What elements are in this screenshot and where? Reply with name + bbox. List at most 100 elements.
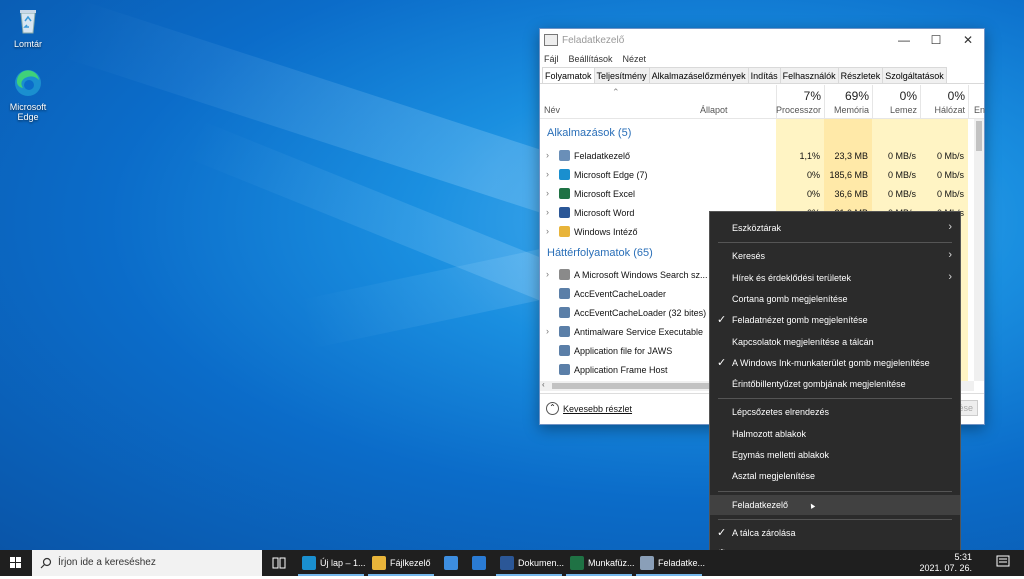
taskbar-app-button[interactable] — [466, 550, 494, 576]
context-menu-item[interactable]: Érintőbillentyűzet gombjának megjeleníté… — [710, 374, 960, 394]
menu-settings[interactable]: Beállítások — [569, 54, 613, 64]
taskbar-app-button[interactable]: Munkafüz... — [564, 550, 635, 576]
expand-chevron-icon[interactable]: › — [546, 150, 549, 160]
context-menu-item[interactable]: ✓ A tálca zárolása — [710, 523, 960, 543]
process-name: AccEventCacheLoader (32 bites) — [574, 308, 707, 318]
process-icon — [559, 188, 570, 199]
tab-startup[interactable]: Indítás — [747, 67, 781, 83]
menu-view[interactable]: Nézet — [623, 54, 647, 64]
col-status[interactable]: Állapot — [700, 85, 776, 118]
context-menu-label: Cortana gomb megjelenítése — [732, 293, 848, 304]
edge-desktop-label: Microsoft Edge — [9, 102, 47, 122]
taskbar-search-box[interactable]: Írjon ide a kereséshez — [32, 550, 262, 576]
process-row[interactable]: › Feladatkezelő 1,1% 23,3 MB 0 MB/s 0 Mb/s — [540, 147, 974, 165]
taskbar-app-label: Új lap – 1... — [320, 558, 366, 568]
expand-chevron-icon[interactable]: › — [546, 207, 549, 217]
process-icon — [559, 345, 570, 356]
taskbar-app-button[interactable]: Fájlkezelő — [366, 550, 436, 576]
system-clock[interactable]: 5:31 2021. 07. 26. — [919, 552, 972, 574]
col-memory[interactable]: 69% Memória — [824, 85, 873, 118]
col-network[interactable]: 0% Hálózat — [920, 85, 969, 118]
expand-chevron-icon[interactable]: › — [546, 226, 549, 236]
col-disk[interactable]: 0% Lemez — [872, 85, 921, 118]
tab-processes[interactable]: Folyamatok — [542, 67, 595, 83]
tab-app-history[interactable]: Alkalmazáselőzmények — [648, 67, 749, 83]
process-icon — [559, 364, 570, 375]
process-net-value: 0 Mb/s — [936, 189, 964, 199]
expand-chevron-icon[interactable]: › — [546, 188, 549, 198]
menu-separator — [718, 490, 952, 492]
taskbar: Írjon ide a kereséshez Új lap – 1... Fájl… — [0, 550, 1024, 576]
tab-details[interactable]: Részletek — [837, 67, 884, 83]
recycle-bin-icon[interactable]: Lomtár — [0, 5, 56, 49]
sort-arrow-icon: ⌃ — [612, 87, 620, 97]
desktop: Lomtár Microsoft Edge Feladatkezelő — ☐ … — [0, 0, 1024, 550]
process-icon — [559, 169, 570, 180]
vertical-scrollbar[interactable] — [974, 119, 984, 381]
scroll-left-icon[interactable]: ‹ — [542, 380, 545, 389]
col-extra[interactable]: En — [968, 85, 985, 118]
process-name: Application file for JAWS — [574, 346, 673, 356]
expand-chevron-icon[interactable]: › — [546, 269, 549, 279]
taskbar-app-button[interactable]: Új lap – 1... — [296, 550, 366, 576]
taskbar-app-button[interactable]: Feladatke... — [634, 550, 705, 576]
context-menu-item[interactable]: Keresés › — [710, 246, 960, 266]
menu-separator — [718, 518, 952, 520]
taskbar-app-button[interactable] — [438, 550, 466, 576]
tab-services[interactable]: Szolgáltatások — [882, 67, 947, 83]
task-manager-titlebar[interactable]: Feladatkezelő — ☐ ✕ — [540, 29, 984, 51]
context-menu-item[interactable]: Kapcsolatok megjelenítése a tálcán — [710, 332, 960, 352]
context-menu-label: Feladatnézet gomb megjelenítése — [732, 315, 868, 326]
expand-chevron-icon[interactable]: › — [546, 326, 549, 336]
taskbar-app-label: Fájlkezelő — [390, 558, 431, 568]
clock-date: 2021. 07. 26. — [919, 563, 972, 573]
fewer-details-button[interactable]: ⌃ Kevesebb részlet — [546, 402, 632, 415]
context-menu-label: Keresés — [732, 251, 766, 262]
start-button[interactable] — [0, 550, 32, 576]
expand-chevron-icon[interactable]: › — [546, 169, 549, 179]
process-icon — [559, 288, 570, 299]
taskbar-app-icon — [444, 556, 458, 570]
col-cpu[interactable]: 7% Processzor — [776, 85, 825, 118]
context-menu-item[interactable]: ✓ Feladatnézet gomb megjelenítése — [710, 310, 960, 330]
task-view-button[interactable] — [266, 550, 292, 576]
process-icon — [559, 269, 570, 280]
chevron-up-icon: ⌃ — [546, 402, 559, 415]
edge-icon — [15, 70, 41, 96]
taskbar-context-menu: Eszköztárak › Keresés › Hírek és érdeklődési… — [709, 211, 961, 550]
minimize-button[interactable]: — — [888, 33, 920, 47]
context-menu-item[interactable]: Hírek és érdeklődési területek › — [710, 268, 960, 288]
maximize-button[interactable]: ☐ — [920, 33, 952, 47]
group-apps[interactable]: Alkalmazások (5) — [547, 127, 631, 139]
context-menu-item[interactable]: Lépcsőzetes elrendezés — [710, 402, 960, 422]
group-background[interactable]: Háttérfolyamatok (65) — [547, 247, 653, 259]
process-name: Microsoft Edge (7) — [574, 170, 648, 180]
context-menu-item[interactable]: ✓ A Windows Ink-munkaterület gomb megjele… — [710, 353, 960, 373]
process-name: Windows Intéző — [574, 227, 638, 237]
tab-users[interactable]: Felhasználók — [779, 67, 839, 83]
tab-performance[interactable]: Teljesítmény — [593, 67, 650, 83]
checkmark-icon: ✓ — [717, 356, 727, 369]
process-icon — [559, 326, 570, 337]
context-menu-item[interactable]: Feladatkezelő ▲ — [710, 494, 960, 515]
close-button[interactable]: ✕ — [952, 33, 984, 47]
context-menu-label: Halmozott ablakok — [732, 428, 807, 439]
process-name: Application Frame Host — [574, 365, 668, 375]
context-menu-item[interactable]: Cortana gomb megjelenítése — [710, 289, 960, 309]
menu-file[interactable]: Fájl — [544, 54, 559, 64]
taskbar-app-icon — [500, 556, 514, 570]
windows-logo-icon — [10, 557, 21, 568]
col-name[interactable]: ⌃ Név — [540, 85, 700, 118]
context-menu-item[interactable]: Egymás melletti ablakok — [710, 445, 960, 465]
notification-center-icon[interactable] — [996, 555, 1010, 569]
process-mem-value: 185,6 MB — [829, 170, 868, 180]
edge-desktop-icon[interactable]: Microsoft Edge — [0, 68, 56, 122]
process-disk-value: 0 MB/s — [887, 151, 916, 161]
process-icon — [559, 207, 570, 218]
taskbar-app-button[interactable]: Dokumen... — [494, 550, 564, 576]
process-row[interactable]: › Microsoft Excel 0% 36,6 MB 0 MB/s 0 Mb/s — [540, 185, 974, 203]
process-row[interactable]: › Microsoft Edge (7) 0% 185,6 MB 0 MB/s 0 Mb/… — [540, 166, 974, 184]
context-menu-item[interactable]: Asztal megjelenítése — [710, 466, 960, 486]
context-menu-item[interactable]: Eszköztárak › — [710, 218, 960, 238]
context-menu-item[interactable]: Halmozott ablakok — [710, 424, 960, 444]
